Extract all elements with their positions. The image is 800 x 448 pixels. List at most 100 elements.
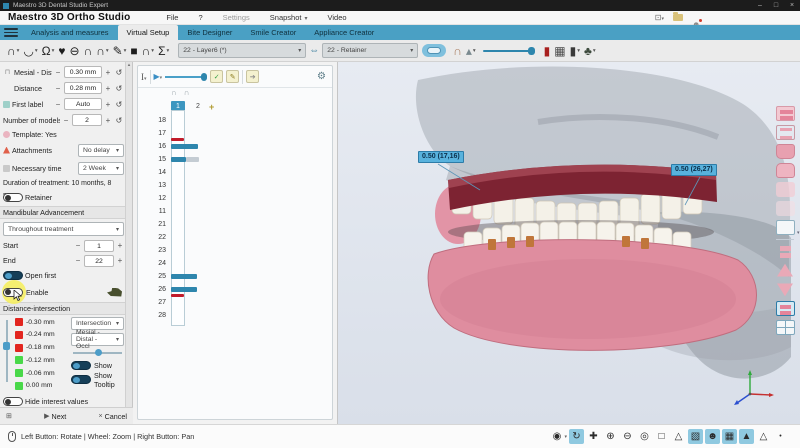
panel-dark-icon[interactable]: ▮	[570, 45, 577, 57]
zoom-out-icon[interactable]: ⊖	[620, 429, 635, 444]
view-panel-icon[interactable]	[776, 220, 795, 235]
arch-thin-icon[interactable]: ∩	[142, 45, 151, 57]
outline-mode-icon[interactable]: △	[756, 429, 771, 444]
play-button[interactable]: ▶▾	[154, 72, 163, 81]
timeline-row-22[interactable]: 22	[138, 231, 332, 244]
view-upper-arch-icon[interactable]	[776, 263, 795, 278]
timeline-row-15[interactable]: 15	[138, 153, 332, 166]
timeline-row-23[interactable]: 23	[138, 244, 332, 257]
menu-settings[interactable]: Settings	[213, 13, 260, 22]
add-column-button[interactable]: +	[209, 102, 214, 112]
texture-icon[interactable]: ▦	[722, 429, 737, 444]
start-minus-button[interactable]: −	[74, 241, 82, 250]
gear-icon[interactable]: ⚙	[317, 71, 326, 82]
hamburger-menu-icon[interactable]	[0, 25, 22, 40]
start-value[interactable]: 1	[84, 240, 114, 252]
view-both-arches-icon[interactable]	[776, 301, 795, 316]
export-step-button[interactable]: ➔	[246, 70, 259, 83]
denture-icon[interactable]: ⊖	[70, 45, 80, 57]
mesial-minus-button[interactable]: −	[54, 68, 62, 77]
reference-select[interactable]: Mesial - Distal - Occl▾	[71, 333, 124, 346]
upper-arch-icon[interactable]: ∩	[7, 45, 16, 57]
retainer-toggle[interactable]	[3, 193, 23, 202]
pan-icon[interactable]: ✚	[586, 429, 601, 444]
show-tooltip-toggle[interactable]	[71, 375, 91, 384]
show-toggle[interactable]	[71, 361, 91, 370]
distance-intersection-section-header[interactable]: Distance-intersection ▴	[0, 302, 132, 315]
hide-interest-toggle[interactable]	[3, 397, 23, 406]
opacity-slider[interactable]	[483, 50, 535, 52]
mandibular-section-header[interactable]: Mandibular Advancement ▴	[0, 206, 132, 219]
attachment-tool-icon[interactable]: ▴	[466, 45, 472, 57]
3d-viewport[interactable]: 0.50 (17,16) 0.50 (26,27)	[338, 62, 800, 424]
maximize-button[interactable]: □	[768, 2, 784, 9]
arch-tan-icon[interactable]: ∩	[453, 45, 462, 57]
timeline-row-26[interactable]: 26	[138, 283, 332, 296]
num-models-value[interactable]: 2	[72, 114, 102, 126]
first-label-plus-button[interactable]: +	[104, 100, 112, 109]
animation-slider[interactable]	[165, 76, 207, 78]
timeline-row-27[interactable]: 27	[138, 296, 332, 309]
num-models-reset-button[interactable]: ↺	[114, 116, 124, 125]
timeline-row-11[interactable]: 11	[138, 205, 332, 218]
timeline-row-14[interactable]: 14	[138, 166, 332, 179]
attachments-select[interactable]: No delay▾	[78, 144, 124, 157]
person-icon[interactable]: ☻	[705, 429, 720, 444]
menu-file[interactable]: File	[156, 13, 188, 22]
tab-appliance-creator[interactable]: Appliance Creator	[305, 25, 383, 40]
mouth-icon[interactable]: ◡	[23, 45, 33, 57]
mesial-reset-button[interactable]: ↺	[114, 68, 124, 77]
panel-scrollbar[interactable]: ▴ ▾	[125, 62, 132, 424]
probe-icon[interactable]: ✎	[113, 45, 123, 57]
distance-reset-button[interactable]: ↺	[114, 84, 124, 93]
view-open-bite-icon[interactable]	[776, 125, 795, 140]
zoom-in-icon[interactable]: ⊕	[603, 429, 618, 444]
view-upper-occlusal-icon[interactable]	[776, 144, 795, 159]
close-button[interactable]: ×	[784, 2, 800, 9]
heart-icon[interactable]: ♥	[58, 45, 65, 57]
end-plus-button[interactable]: +	[116, 256, 124, 265]
menu-video[interactable]: Video	[317, 13, 356, 22]
view-front-teeth-icon[interactable]	[776, 106, 795, 121]
folder-icon[interactable]	[673, 14, 683, 21]
timeline-row-21[interactable]: 21	[138, 218, 332, 231]
square-icon[interactable]: ■	[130, 45, 137, 57]
threshold-slider[interactable]	[3, 316, 11, 392]
menu-snapshot[interactable]: Snapshot▾	[260, 13, 318, 22]
end-minus-button[interactable]: −	[74, 256, 82, 265]
layout-icon[interactable]: ⊡▾	[655, 13, 664, 22]
step-mode-select[interactable]: I▾	[141, 72, 147, 82]
view-arch-pair-icon[interactable]	[776, 244, 795, 259]
retainer-toggle-button[interactable]	[422, 44, 446, 57]
first-label-reset-button[interactable]: ↺	[114, 100, 124, 109]
solid-mode-icon[interactable]: ▲	[739, 429, 754, 444]
retainer-select[interactable]: 22 - Retainer▾	[322, 43, 418, 58]
timeline-row-18[interactable]: 18	[138, 114, 332, 127]
view-ghost-upper-icon[interactable]	[776, 182, 795, 197]
mandibular-mode-select[interactable]: Throughout treatment▾	[3, 222, 124, 236]
minimize-button[interactable]: –	[752, 2, 768, 9]
end-value[interactable]: 22	[84, 255, 114, 267]
scroll-up-icon[interactable]: ▴	[128, 62, 131, 68]
tab-analysis-and-measures[interactable]: Analysis and measures	[22, 25, 118, 40]
view-grid-icon[interactable]	[776, 320, 795, 335]
approve-step-button[interactable]: ✓	[210, 70, 223, 83]
timeline-row-16[interactable]: 16	[138, 140, 332, 153]
arch-narrow-icon[interactable]: ∩	[84, 45, 93, 57]
book-icon[interactable]: ▮	[544, 45, 551, 57]
timeline-row-13[interactable]: 13	[138, 179, 332, 192]
first-label-value[interactable]: Auto	[64, 98, 102, 110]
visibility-icon[interactable]: ◉	[549, 429, 564, 444]
opacity-slider[interactable]	[71, 349, 124, 357]
image-mode-icon[interactable]: ▧	[688, 429, 703, 444]
edit-step-button[interactable]: ✎	[226, 70, 239, 83]
mesial-value[interactable]: 0.30 mm	[64, 66, 102, 78]
arch-wide-icon[interactable]: ∩	[96, 45, 105, 57]
start-plus-button[interactable]: +	[116, 241, 124, 250]
num-models-plus-button[interactable]: +	[104, 116, 112, 125]
layer-select[interactable]: 22 - Layer6 (*)▾	[178, 43, 306, 58]
view-ghost-lower-icon[interactable]	[776, 201, 795, 216]
articulator-icon[interactable]: Σ	[158, 45, 165, 57]
tab-smile-creator[interactable]: Smile Creator	[241, 25, 305, 40]
timeline-row-28[interactable]: 28	[138, 309, 332, 322]
